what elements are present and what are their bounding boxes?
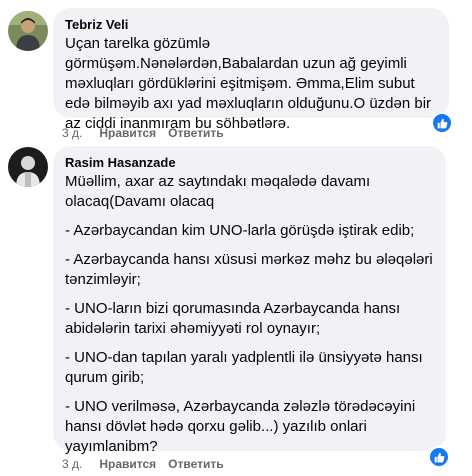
avatar-photo-icon — [8, 11, 48, 51]
like-icon — [434, 452, 444, 462]
reply-button[interactable]: Ответить — [168, 126, 223, 140]
comment-paragraph: - UNO-ların bizi qorumasında Azərbaycand… — [65, 300, 401, 337]
comment-bubble: Tebriz Veli Uçan tarelka gözümlə görmüşə… — [53, 8, 449, 132]
comment-author[interactable]: Tebriz Veli — [65, 16, 437, 34]
like-icon — [437, 118, 447, 128]
reaction-badge[interactable] — [431, 112, 453, 134]
comment-bubble: Rasim Hasanzade Müəllim, axar az saytınd… — [53, 146, 446, 455]
comment-age[interactable]: 3 д. — [62, 126, 82, 140]
comment-actions: 3 д. Нравится Ответить — [62, 457, 236, 471]
comment-paragraph: - Azərbaycanda hansı xüsusi mərkəz məhz … — [65, 251, 433, 288]
comment-author[interactable]: Rasim Hasanzade — [65, 154, 434, 172]
like-button[interactable]: Нравится — [99, 457, 156, 471]
comment-paragraph: - UNO-dan tapılan yaralı yadplentli ilə … — [65, 349, 423, 386]
comment-paragraph: Uçan tarelka gözümlə görmüşəm.Nənələrdən… — [65, 35, 432, 132]
reply-button[interactable]: Ответить — [168, 457, 223, 471]
like-button[interactable]: Нравится — [99, 126, 156, 140]
comment-paragraph: - Azərbaycandan kim UNO-larla görüşdə iş… — [65, 222, 415, 239]
comment-paragraph: - UNO verilməsə, Azərbaycanda zələzlə tö… — [65, 398, 416, 455]
avatar-photo-icon — [8, 147, 48, 187]
comment-age[interactable]: 3 д. — [62, 457, 82, 471]
comment-text: Uçan tarelka gözümlə görmüşəm.Nənələrdən… — [65, 34, 437, 134]
avatar[interactable] — [8, 11, 48, 51]
reaction-badge[interactable] — [428, 446, 450, 468]
comment-text: Müəllim, axar az saytındakı məqalədə dav… — [65, 172, 434, 457]
comment-paragraph: Müəllim, axar az saytındakı məqalədə dav… — [65, 173, 371, 210]
avatar[interactable] — [8, 147, 48, 187]
comment-actions: 3 д. Нравится Ответить — [62, 126, 236, 140]
